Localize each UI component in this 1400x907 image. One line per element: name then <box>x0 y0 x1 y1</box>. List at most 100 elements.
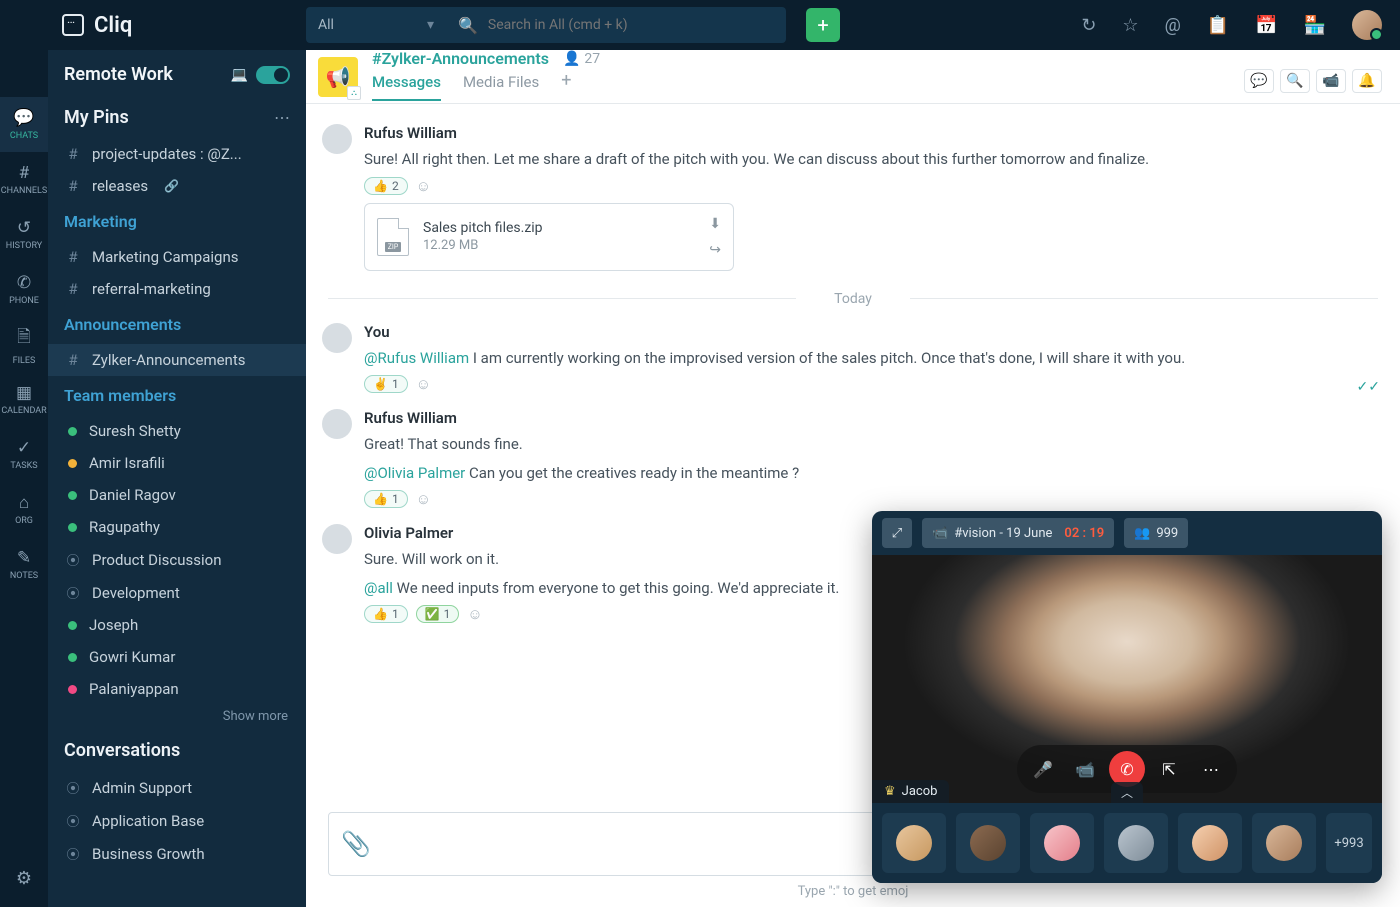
avatar[interactable] <box>322 524 352 554</box>
tab-add[interactable]: + <box>561 70 571 103</box>
reaction[interactable]: 👍1 <box>364 490 408 508</box>
member-item[interactable]: Joseph <box>48 609 306 641</box>
avatar[interactable] <box>322 323 352 353</box>
section-marketing[interactable]: Marketing <box>48 202 306 241</box>
add-button[interactable]: + <box>806 8 840 42</box>
show-more-link[interactable]: Show more <box>48 705 306 730</box>
participant-tile[interactable] <box>1252 813 1316 873</box>
sidebar-item[interactable]: #referral-marketing <box>48 273 306 305</box>
message: Rufus William Great! That sounds fine. @… <box>306 403 1400 518</box>
member-item[interactable]: Palaniyappan <box>48 673 306 705</box>
settings-icon[interactable]: ⚙ <box>16 856 32 907</box>
tab-media[interactable]: Media Files <box>463 73 539 101</box>
search-input[interactable] <box>488 17 774 33</box>
search-channel-icon[interactable]: 🔍 <box>1280 69 1310 93</box>
calendar-icon[interactable]: 📅 <box>1247 15 1285 36</box>
member-item[interactable]: Daniel Ragov <box>48 479 306 511</box>
video-icon[interactable]: 📹 <box>1316 69 1346 93</box>
rail-phone[interactable]: ✆PHONE <box>0 262 48 317</box>
message-author[interactable]: Rufus William <box>364 124 1378 142</box>
rail-calendar[interactable]: ▦CALENDAR <box>0 372 48 427</box>
star-icon[interactable]: ☆ <box>1114 15 1146 36</box>
section-announcements[interactable]: Announcements <box>48 305 306 344</box>
avatar[interactable] <box>322 409 352 439</box>
conversation-item[interactable]: ⦿Admin Support <box>48 771 306 804</box>
call-title[interactable]: 📹#vision - 19 June02 : 19 <box>922 518 1114 548</box>
channel-name[interactable]: #Zylker-Announcements <box>372 49 549 68</box>
search-box[interactable]: 🔍 <box>446 7 786 43</box>
add-reaction-icon[interactable]: ☺ <box>416 177 434 195</box>
store-icon[interactable]: 🏪 <box>1296 15 1334 36</box>
bell-icon[interactable]: 🔔 <box>1352 69 1382 93</box>
remote-toggle[interactable] <box>256 66 290 84</box>
mention-icon[interactable]: @ <box>1157 15 1189 36</box>
mute-icon[interactable]: 🎤 <box>1025 751 1061 787</box>
add-reaction-icon[interactable]: ☺ <box>416 490 434 508</box>
member-item[interactable]: Suresh Shetty <box>48 415 306 447</box>
participant-tile[interactable] <box>882 813 946 873</box>
channel-members[interactable]: 👤27 <box>563 51 600 67</box>
member-item[interactable]: Amir Israfili <box>48 447 306 479</box>
sidebar-item[interactable]: #Marketing Campaigns <box>48 241 306 273</box>
camera-icon: 📹 <box>932 526 948 541</box>
paperclip-icon[interactable]: 📎 <box>341 830 371 858</box>
history-icon: ↺ <box>17 218 31 238</box>
avatar[interactable] <box>322 124 352 154</box>
mention[interactable]: @Rufus William <box>364 349 469 367</box>
expand-icon[interactable]: ⤢ <box>882 518 912 548</box>
rail-channels[interactable]: #CHANNELS <box>0 152 48 207</box>
rail-chats[interactable]: 💬CHATS <box>0 97 48 152</box>
attachment[interactable]: ZIP Sales pitch files.zip 12.29 MB ⬇↪ <box>364 203 734 271</box>
section-team[interactable]: Team members <box>48 376 306 415</box>
rail-files[interactable]: 🗎FILES <box>0 317 48 372</box>
rail-history[interactable]: ↺HISTORY <box>0 207 48 262</box>
participants-button[interactable]: 👥999 <box>1124 518 1188 548</box>
member-name: Palaniyappan <box>89 680 179 698</box>
participant-tile[interactable] <box>1178 813 1242 873</box>
participant-tile[interactable] <box>1104 813 1168 873</box>
member-item[interactable]: ⦿Development <box>48 576 306 609</box>
group-icon: ⦿ <box>66 778 80 797</box>
reaction[interactable]: ✅1 <box>416 605 460 623</box>
video-call-overlay[interactable]: ⤢ 📹#vision - 19 June02 : 19 👥999 🎤 📹 ✆ ⇱… <box>872 511 1382 883</box>
rail-org[interactable]: ⌂ORG <box>0 482 48 537</box>
thread-icon[interactable]: 💬 <box>1244 69 1274 93</box>
participant-tile[interactable] <box>1030 813 1094 873</box>
participant-overflow[interactable]: +993 <box>1326 813 1372 873</box>
add-reaction-icon[interactable]: ☺ <box>467 605 485 623</box>
mention[interactable]: @all <box>364 579 393 597</box>
pin-label: project-updates : @Z... <box>92 145 242 163</box>
conversation-item[interactable]: ⦿Application Base <box>48 804 306 837</box>
rail-tasks[interactable]: ✓TASKS <box>0 427 48 482</box>
pin-item[interactable]: #project-updates : @Z... <box>48 138 306 170</box>
reaction[interactable]: ✌️1 <box>364 375 408 393</box>
camera-toggle-icon[interactable]: 📹 <box>1067 751 1103 787</box>
conversation-item[interactable]: ⦿Business Growth <box>48 837 306 870</box>
more-icon[interactable]: ⋯ <box>274 108 290 127</box>
share-screen-icon[interactable]: ⇱ <box>1151 751 1187 787</box>
reaction[interactable]: 👍2 <box>364 177 408 195</box>
collapse-strip-icon[interactable]: ︿ <box>1111 782 1143 803</box>
message-author[interactable]: You <box>364 323 1378 341</box>
forward-icon[interactable]: ↪ <box>709 242 721 258</box>
clipboard-icon[interactable]: 📋 <box>1199 15 1237 36</box>
tab-messages[interactable]: Messages <box>372 73 441 101</box>
member-item[interactable]: Gowri Kumar <box>48 641 306 673</box>
pin-item[interactable]: #releases🔗 <box>48 170 306 202</box>
reaction[interactable]: 👍1 <box>364 605 408 623</box>
member-item[interactable]: Ragupathy <box>48 511 306 543</box>
member-name: Product Discussion <box>92 551 222 569</box>
member-item[interactable]: ⦿Product Discussion <box>48 543 306 576</box>
refresh-icon[interactable]: ↻ <box>1073 15 1104 36</box>
download-icon[interactable]: ⬇ <box>709 216 721 232</box>
profile-avatar[interactable] <box>1352 10 1382 40</box>
more-options-icon[interactable]: ⋯ <box>1193 751 1229 787</box>
item-label: referral-marketing <box>92 280 211 298</box>
message-author[interactable]: Rufus William <box>364 409 1378 427</box>
mention[interactable]: @Olivia Palmer <box>364 464 465 482</box>
add-reaction-icon[interactable]: ☺ <box>416 375 434 393</box>
participant-tile[interactable] <box>956 813 1020 873</box>
search-scope-select[interactable]: All▾ <box>306 7 446 43</box>
sidebar-item-active[interactable]: #Zylker-Announcements <box>48 344 306 376</box>
rail-notes[interactable]: ✎NOTES <box>0 537 48 592</box>
